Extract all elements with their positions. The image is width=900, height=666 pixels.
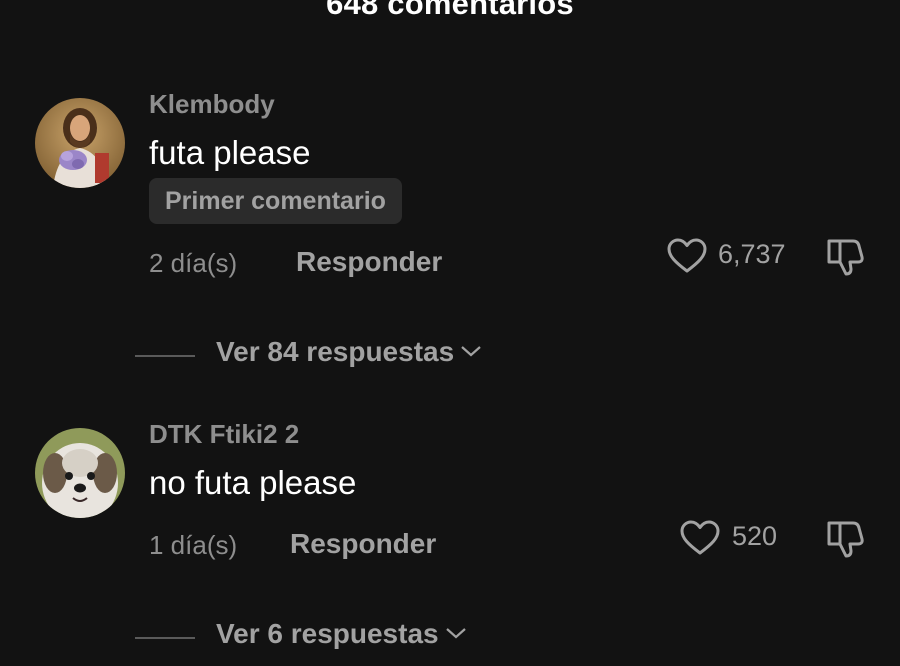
chevron-down-icon <box>445 627 466 639</box>
first-comment-badge: Primer comentario <box>149 178 402 224</box>
like-count: 6,737 <box>718 239 786 269</box>
user-avatar[interactable] <box>35 98 125 188</box>
dislike-icon[interactable] <box>825 235 867 277</box>
comment-text: no futa please <box>149 464 357 501</box>
view-replies-row[interactable]: Ver 6 respuestas <box>0 618 900 658</box>
comments-count-title: 648 comentarios <box>326 0 574 21</box>
reply-button[interactable]: Responder <box>290 528 436 560</box>
comment-text: futa please <box>149 134 311 171</box>
avatar-dog-icon <box>35 428 125 518</box>
view-replies-label: Ver 6 respuestas <box>216 618 439 649</box>
comment-timestamp: 2 día(s) <box>149 248 238 278</box>
like-count: 520 <box>732 521 778 551</box>
chevron-down-icon <box>461 345 481 357</box>
view-replies-button[interactable]: Ver 84 respuestas <box>216 336 482 368</box>
reply-button[interactable]: Responder <box>296 246 442 278</box>
heart-icon[interactable] <box>680 520 720 556</box>
user-avatar[interactable] <box>35 428 125 518</box>
dislike-icon[interactable] <box>825 517 867 559</box>
comment-username[interactable]: Klembody <box>149 89 275 120</box>
heart-icon[interactable] <box>667 238 707 274</box>
replies-divider <box>135 637 195 639</box>
avatar-jesus-icon <box>35 98 125 188</box>
view-replies-label: Ver 84 respuestas <box>216 336 455 367</box>
comment-timestamp: 1 día(s) <box>149 530 238 560</box>
view-replies-button[interactable]: Ver 6 respuestas <box>216 618 467 650</box>
comment-username[interactable]: DTK Ftiki2 2 <box>149 419 299 450</box>
replies-divider <box>135 355 195 357</box>
view-replies-row[interactable]: Ver 84 respuestas <box>0 336 900 376</box>
